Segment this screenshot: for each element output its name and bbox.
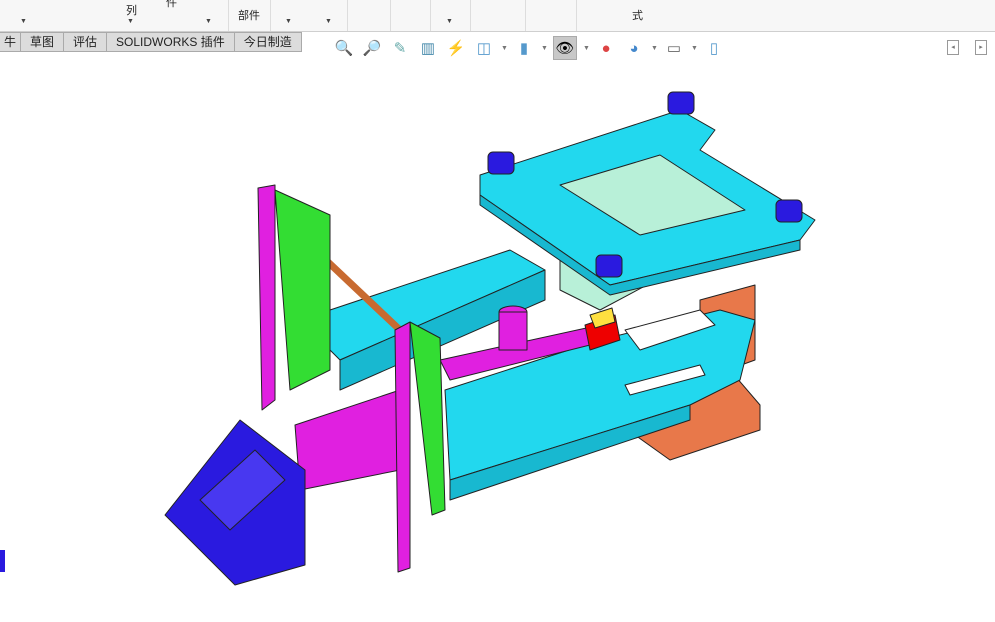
dynamic-annotation-icon[interactable]: ⚡ [445,37,467,59]
dropdown-arrow-icon[interactable]: ▼ [20,18,27,25]
collapse-right-icon[interactable]: ▸ [975,40,987,55]
dropdown-arrow-icon[interactable]: ▼ [205,18,212,25]
heads-up-view-toolbar: 🔍 🔎 ✎ ▥ ⚡ ◫ ▼ ▮ ▼ 👁 ▼ ● ◕ ▼ ▭ ▼ ▯ [333,36,725,60]
graphics-area[interactable] [0,60,995,622]
zoom-to-area-icon[interactable]: 🔎 [361,37,383,59]
zoom-to-fit-icon[interactable]: 🔍 [333,37,355,59]
command-tabs: 牛 草图 评估 SOLIDWORKS 插件 今日制造 [0,32,302,52]
rotate-icon[interactable]: ▯ [703,37,725,59]
tab-evaluate[interactable]: 评估 [64,32,108,52]
green-right-plate [409,321,446,516]
magenta-motor [294,389,401,491]
ribbon-label[interactable]: 部件 [238,7,260,23]
display-style-icon[interactable]: ▮ [513,37,535,59]
dropdown-arrow-icon[interactable]: ▼ [127,18,134,25]
tab-mbd[interactable]: 今日制造 [234,32,302,52]
view-orientation-icon[interactable]: ◫ [473,37,495,59]
view-settings-icon[interactable]: ▭ [663,37,685,59]
magenta-right-rail [394,321,411,573]
previous-view-icon[interactable]: ✎ [389,37,411,59]
ribbon-label[interactable]: 式 [632,7,643,23]
apply-scene-icon[interactable]: ◕ [623,37,645,59]
ribbon-label[interactable]: 件 [166,0,177,10]
tab-solidworks-addins[interactable]: SOLIDWORKS 插件 [107,32,235,52]
hide-show-items-icon[interactable]: 👁 [553,36,577,60]
tab-sketch[interactable]: 草图 [21,32,65,52]
ribbon-label[interactable]: 列 [126,2,137,18]
dropdown-arrow-icon[interactable]: ▼ [446,18,453,25]
coordinate-triad [0,550,5,572]
green-left-plate [274,189,331,391]
magenta-left-rail [257,184,276,411]
section-view-icon[interactable]: ▥ [417,37,439,59]
tab-features[interactable]: 牛 [0,32,22,52]
command-manager-ribbon: 列 件 部件 式 ▼ ▼ ▼ ▼ ▼ ▼ [0,0,995,32]
collapse-left-icon[interactable]: ◂ [947,40,959,55]
dropdown-arrow-icon[interactable]: ▼ [285,18,292,25]
edit-appearance-icon[interactable]: ● [595,37,617,59]
dropdown-arrow-icon[interactable]: ▼ [325,18,332,25]
